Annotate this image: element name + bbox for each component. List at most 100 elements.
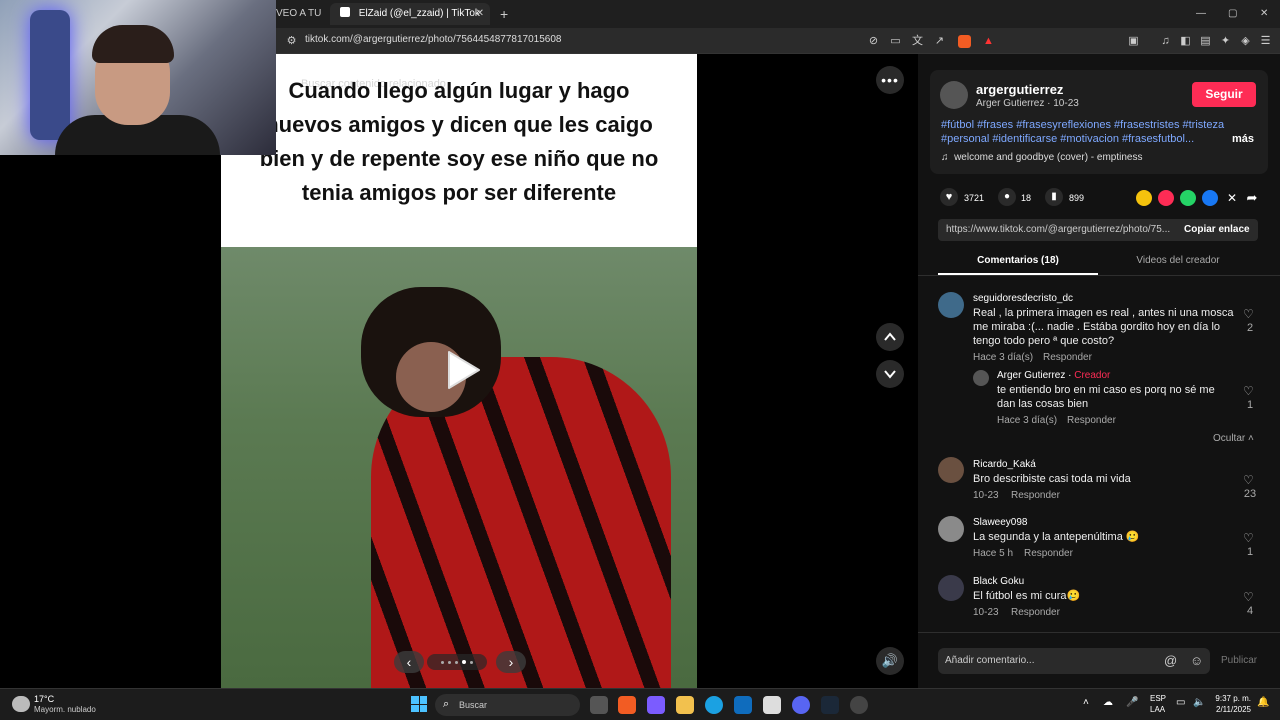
- volume-button[interactable]: 🔊: [876, 647, 904, 675]
- file-explorer-icon[interactable]: [676, 696, 694, 714]
- new-tab-button[interactable]: +: [500, 3, 514, 25]
- brave-rewards-icon[interactable]: ▲: [982, 35, 995, 48]
- page-dot[interactable]: [441, 660, 444, 664]
- leo-icon[interactable]: ✦: [1219, 35, 1232, 48]
- sidebar-icon[interactable]: ▣: [1127, 35, 1140, 48]
- mention-icon[interactable]: @: [1164, 653, 1177, 668]
- hashtags-line[interactable]: #fútbol #frases #frasesyreflexiones #fra…: [941, 119, 1224, 131]
- music-icon[interactable]: ♫: [1159, 35, 1172, 48]
- steam-icon[interactable]: [821, 696, 839, 714]
- wallet-icon[interactable]: ▤: [1199, 35, 1212, 48]
- embed-icon[interactable]: [1136, 190, 1152, 206]
- comment-like-icon[interactable]: ♡: [1243, 531, 1254, 545]
- brave-icon[interactable]: [618, 696, 636, 714]
- comment-like-icon[interactable]: ♡: [1243, 307, 1254, 321]
- hashtags-line[interactable]: #personal #identificarse #motivacion #fr…: [941, 133, 1194, 145]
- author-username[interactable]: argergutierrez: [976, 82, 1063, 97]
- keyboard-layout[interactable]: LAA: [1150, 705, 1165, 714]
- tray-chevron-icon[interactable]: ˄: [1083, 697, 1089, 708]
- menu-icon[interactable]: ☰: [1259, 35, 1272, 48]
- comment-username[interactable]: seguidoresdecristo_dc: [973, 293, 1073, 304]
- reply-button[interactable]: Responder: [1024, 548, 1073, 559]
- weather-icon[interactable]: [12, 696, 30, 712]
- avatar[interactable]: [973, 370, 989, 386]
- bookmark-icon[interactable]: ▮: [1045, 188, 1063, 206]
- more-options-button[interactable]: •••: [876, 66, 904, 94]
- site-info-icon[interactable]: ⚙: [285, 35, 298, 48]
- comment-like-icon[interactable]: ♡: [1243, 590, 1254, 604]
- x-icon[interactable]: ✕: [1224, 190, 1240, 206]
- comment-like-icon[interactable]: ♡: [1243, 473, 1254, 487]
- avatar[interactable]: [938, 575, 964, 601]
- notification-icon[interactable]: 🔔: [1257, 697, 1269, 708]
- like-icon[interactable]: ♥: [940, 188, 958, 206]
- comment-like-icon[interactable]: ♡: [1243, 384, 1254, 398]
- play-icon[interactable]: [445, 350, 481, 390]
- comment-input[interactable]: Añadir comentario... @ ☺: [938, 648, 1210, 674]
- reader-icon[interactable]: ◧: [1179, 35, 1192, 48]
- start-icon[interactable]: [411, 696, 427, 712]
- close-window-button[interactable]: ✕: [1260, 3, 1268, 25]
- tab-comments[interactable]: Comentarios (18): [938, 255, 1098, 266]
- edge-icon[interactable]: [705, 696, 723, 714]
- comment-username[interactable]: Black Goku: [973, 576, 1024, 587]
- copy-link-button[interactable]: Copiar enlace: [1184, 224, 1250, 235]
- avatar[interactable]: [938, 516, 964, 542]
- whatsapp-icon[interactable]: [1180, 190, 1196, 206]
- share-icon[interactable]: ↗: [933, 35, 946, 48]
- network-icon[interactable]: ▭: [1176, 697, 1185, 708]
- reply-button[interactable]: Responder: [1011, 607, 1060, 618]
- cast-icon[interactable]: ▭: [889, 35, 902, 48]
- reply-button[interactable]: Responder: [1043, 352, 1092, 363]
- page-dot-active[interactable]: [462, 660, 466, 664]
- maximize-button[interactable]: ▢: [1228, 3, 1237, 25]
- language-code[interactable]: ESP: [1150, 694, 1166, 703]
- previous-post-button[interactable]: [876, 323, 904, 351]
- url-field[interactable]: tiktok.com/@argergutierrez/photo/7564454…: [305, 34, 561, 45]
- reply-button[interactable]: Responder: [1067, 415, 1116, 426]
- music-row[interactable]: ♫ welcome and goodbye (cover) - emptines…: [941, 152, 1143, 163]
- reply-button[interactable]: Responder: [1011, 490, 1060, 501]
- emoji-icon[interactable]: ☺: [1190, 653, 1203, 668]
- clock-date[interactable]: 2/11/2025: [1211, 705, 1251, 714]
- photo-post[interactable]: Buscar contenido relacionado Cuando lleg…: [221, 54, 697, 688]
- publish-button[interactable]: Publicar: [1221, 655, 1257, 666]
- clock-time[interactable]: 9:37 p. m.: [1215, 694, 1251, 703]
- facebook-icon[interactable]: [1202, 190, 1218, 206]
- minimize-button[interactable]: —: [1196, 3, 1206, 25]
- onedrive-icon[interactable]: ☁: [1103, 697, 1113, 708]
- taskbar-search[interactable]: ⌕ Buscar: [435, 694, 580, 716]
- brave-shield-icon[interactable]: [958, 35, 971, 48]
- volume-tray-icon[interactable]: 🔈: [1193, 697, 1205, 708]
- comment-username[interactable]: Ricardo_Kaká: [973, 459, 1036, 470]
- obs-icon[interactable]: [850, 696, 868, 714]
- page-dot[interactable]: [470, 660, 473, 664]
- weather-temp[interactable]: 17°C: [34, 694, 54, 704]
- translate-icon[interactable]: 文: [911, 35, 924, 48]
- hide-replies-button[interactable]: Ocultar ˄: [1213, 433, 1254, 444]
- weather-desc[interactable]: Mayorm. nublado: [34, 705, 96, 714]
- store-icon[interactable]: [763, 696, 781, 714]
- discord-icon[interactable]: [792, 696, 810, 714]
- task-view-icon[interactable]: [590, 696, 608, 714]
- page-dot[interactable]: [448, 660, 451, 664]
- comment-username[interactable]: Arger Gutierrez: [997, 370, 1065, 381]
- tab-tiktok[interactable]: ElZaid (@el_zzaid) | TikTok ✕: [330, 3, 490, 25]
- follow-button[interactable]: Seguir: [1192, 82, 1256, 107]
- avatar[interactable]: [938, 457, 964, 483]
- avatar[interactable]: [938, 292, 964, 318]
- next-post-button[interactable]: [876, 360, 904, 388]
- send-icon[interactable]: [1158, 190, 1174, 206]
- share-arrow-icon[interactable]: ➦: [1244, 190, 1260, 206]
- prev-photo-button[interactable]: ‹: [394, 651, 424, 673]
- close-tab-icon[interactable]: ✕: [476, 3, 484, 25]
- tab-veo[interactable]: VEO A TU M: [276, 3, 324, 25]
- share-link-text[interactable]: https://www.tiktok.com/@argergutierrez/p…: [946, 224, 1178, 235]
- copilot-icon[interactable]: [647, 696, 665, 714]
- comment-icon[interactable]: ●: [998, 188, 1016, 206]
- mic-icon[interactable]: 🎤: [1126, 697, 1138, 708]
- author-avatar[interactable]: [940, 81, 968, 109]
- no-video-icon[interactable]: ⊘: [867, 35, 880, 48]
- comment-username[interactable]: Slaweey098: [973, 517, 1027, 528]
- tab-creator-videos[interactable]: Videos del creador: [1098, 255, 1258, 266]
